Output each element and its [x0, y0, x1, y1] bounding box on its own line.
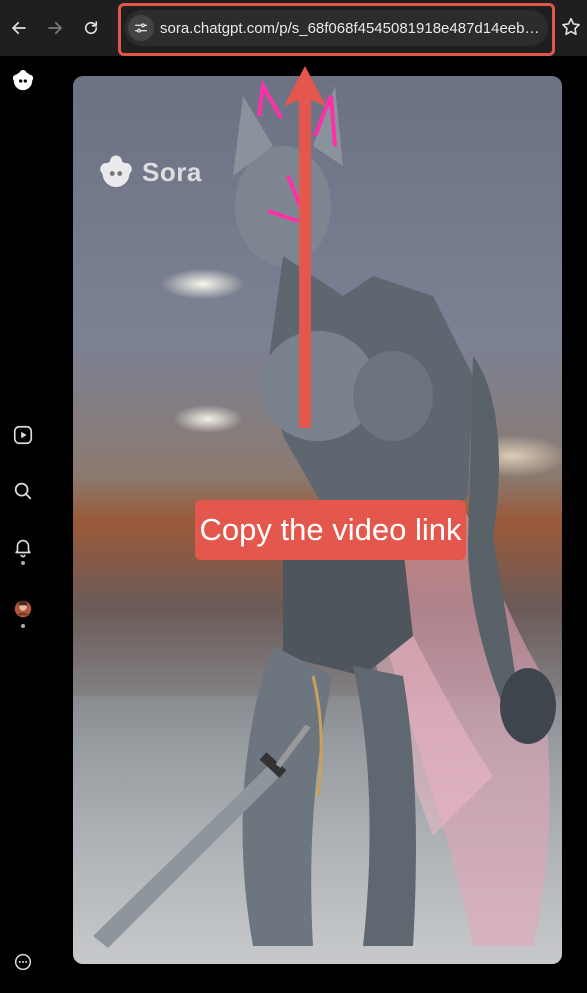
address-bar-highlight [118, 3, 555, 56]
notification-dot [21, 561, 25, 565]
sidebar-item-feed[interactable] [10, 422, 36, 448]
sora-logo-icon [12, 70, 34, 91]
sidebar [0, 56, 46, 993]
forward-arrow-icon [48, 21, 62, 35]
forward-button[interactable] [41, 14, 69, 42]
sidebar-item-notifications[interactable] [10, 534, 36, 560]
sora-logo-button[interactable] [10, 68, 36, 94]
back-button[interactable] [5, 14, 33, 42]
more-icon [14, 953, 32, 971]
sora-watermark-label: Sora [142, 156, 202, 187]
star-icon [562, 17, 580, 36]
back-arrow-icon [12, 21, 26, 35]
sora-watermark-icon [100, 155, 132, 187]
profile-dot [21, 624, 25, 628]
browser-toolbar: sora.chatgpt.com/p/s_68f068f4545081918e4… [0, 0, 587, 56]
annotation-arrow-icon [284, 66, 326, 428]
more-options-button[interactable] [10, 949, 36, 975]
sora-watermark: Sora [98, 152, 202, 192]
sidebar-item-search[interactable] [10, 478, 36, 504]
annotation-callout: Copy the video link [195, 500, 466, 560]
reload-button[interactable] [77, 14, 105, 42]
bookmark-button[interactable] [560, 16, 582, 38]
sidebar-item-profile[interactable] [10, 596, 36, 622]
search-icon [14, 482, 32, 500]
avatar [14, 600, 32, 618]
reload-icon [84, 21, 98, 35]
bell-icon [15, 539, 31, 558]
video-feed-icon [13, 425, 33, 445]
